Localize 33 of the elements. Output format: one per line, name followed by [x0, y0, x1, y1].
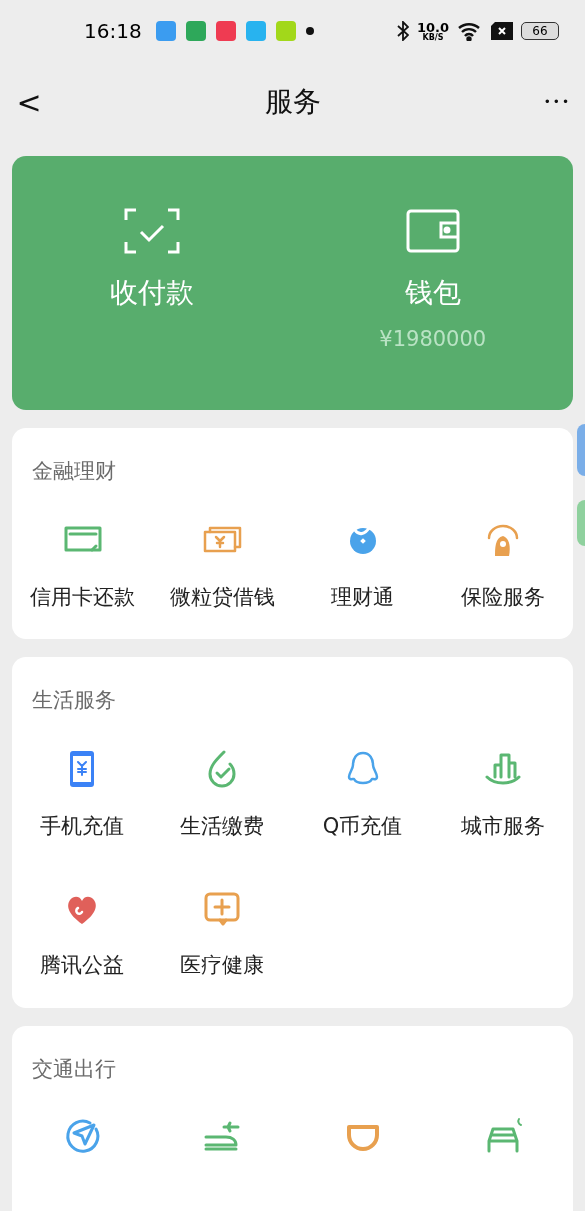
service-item[interactable]: Q币充值 — [322, 810, 403, 842]
status-time: 16:18 — [84, 18, 142, 45]
bluetooth-icon — [396, 21, 409, 41]
service-item[interactable]: 城市服务 — [460, 810, 545, 842]
app-notification-icon — [275, 21, 296, 41]
service-item[interactable]: 理财通 — [331, 581, 395, 613]
service-item[interactable]: 医疗健康 — [180, 950, 265, 982]
sim-blocked-icon — [491, 22, 513, 40]
service-item[interactable]: 保险服务 — [460, 581, 545, 613]
network-speed: 10.0 — [416, 20, 449, 34]
page-title: 服务 — [264, 84, 321, 120]
app-notification-icon — [245, 21, 266, 41]
floating-tab[interactable] — [577, 424, 585, 476]
service-item[interactable]: 腾讯公益 — [40, 950, 125, 982]
section-title: 生活服务 — [32, 688, 116, 712]
network-speed-unit: KB/S — [422, 33, 444, 42]
scan-check-icon — [124, 208, 181, 254]
app-notification-icon — [215, 21, 236, 41]
service-item[interactable]: 信用卡还款 — [29, 581, 135, 613]
service-item[interactable]: 微粒贷借钱 — [169, 581, 275, 613]
section-title: 金融理财 — [32, 459, 116, 483]
back-button[interactable]: < — [14, 79, 44, 125]
service-item[interactable]: 手机充值 — [40, 810, 125, 842]
section-title: 交通出行 — [32, 1056, 116, 1081]
wallet-icon — [404, 208, 461, 254]
more-button[interactable]: ••• — [543, 93, 571, 111]
app-notification-icon — [155, 21, 176, 41]
wallet-balance: ¥1980000 — [379, 326, 487, 353]
dot-icon — [305, 27, 314, 35]
floating-tab[interactable] — [577, 500, 585, 546]
service-item[interactable]: 生活缴费 — [180, 810, 265, 842]
app-notification-icon — [185, 21, 206, 41]
battery: 66 — [521, 22, 559, 40]
